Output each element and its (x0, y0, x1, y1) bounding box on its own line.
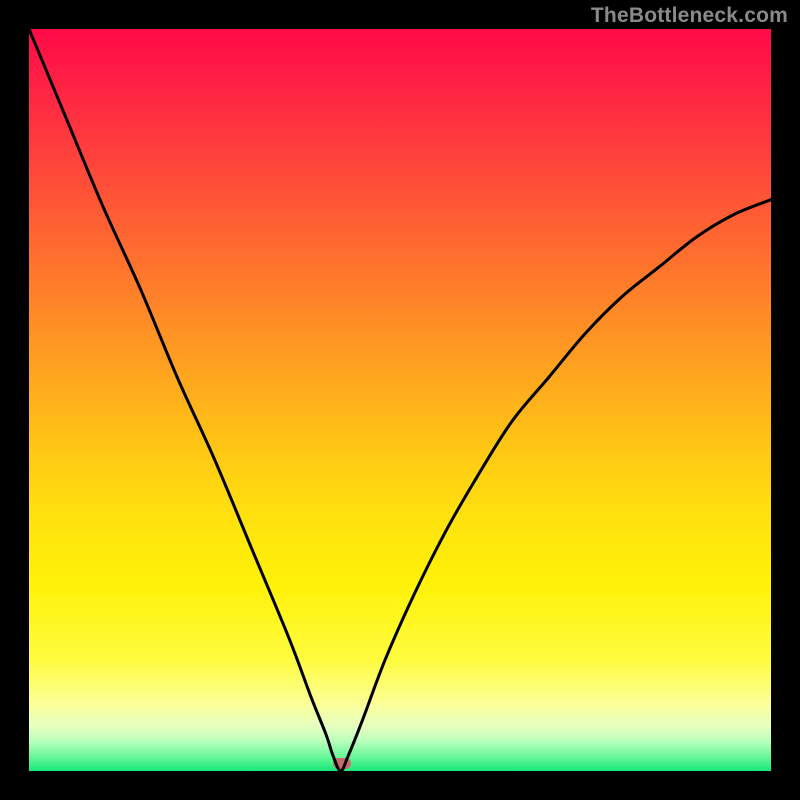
bottleneck-curve (29, 29, 771, 771)
watermark-text: TheBottleneck.com (591, 4, 788, 28)
chart-frame: TheBottleneck.com (0, 0, 800, 800)
plot-area (29, 29, 771, 771)
